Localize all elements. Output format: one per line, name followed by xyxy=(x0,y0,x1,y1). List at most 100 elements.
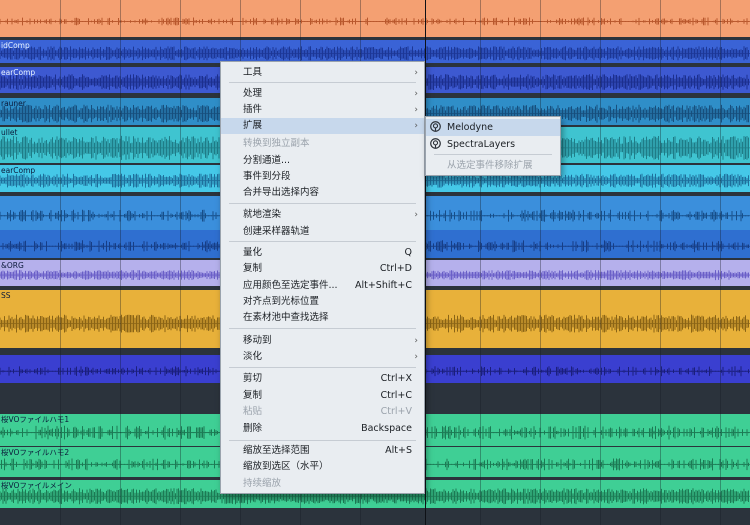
menu-item-label: 粘贴 xyxy=(243,406,263,417)
menu-item-label: 应用颜色至选定事件... xyxy=(243,280,338,291)
menu-item[interactable]: 插件 › xyxy=(221,102,424,118)
menu-item-label: 工具 xyxy=(243,67,263,78)
menu-item[interactable]: 淡化 › xyxy=(221,349,424,365)
menu-item[interactable]: 复制 Ctrl+D xyxy=(221,261,424,277)
menu-item[interactable]: 移动到 › xyxy=(221,333,424,349)
menu-item-label: 复制 xyxy=(243,390,263,401)
menu-item-label: 在素材池中查找选择 xyxy=(243,312,329,323)
submenu-arrow-icon: › xyxy=(414,210,418,220)
menu-item[interactable]: 缩放到选区（水平） xyxy=(221,459,424,475)
bar-gridline xyxy=(120,0,121,525)
menu-item[interactable]: 创建采样器轨道 xyxy=(221,224,424,240)
project-cursor-line[interactable] xyxy=(425,0,426,525)
menu-item[interactable]: 应用颜色至选定事件... Alt+Shift+C xyxy=(221,278,424,294)
audio-track[interactable]: idComp xyxy=(0,40,750,63)
submenu-arrow-icon: › xyxy=(414,68,418,78)
menu-item-label: 持续缩放 xyxy=(243,478,282,489)
menu-item[interactable]: 剪切 Ctrl+X xyxy=(221,371,424,387)
menu-item-shortcut: Ctrl+C xyxy=(380,390,413,401)
track-name: &ORG xyxy=(1,261,24,270)
track-name: 桜VOファイルハモ1 xyxy=(1,415,70,424)
menu-item-shortcut: Alt+S xyxy=(385,445,412,456)
menu-item-label: 缩放至选择范围 xyxy=(243,445,310,456)
menu-item-label: 就地渲染 xyxy=(243,209,282,220)
track-name: ullet xyxy=(1,128,18,137)
menu-item[interactable]: 在素材池中查找选择 xyxy=(221,310,424,326)
submenu-arrow-icon: › xyxy=(414,352,418,362)
submenu-arrow-icon: › xyxy=(414,105,418,115)
menu-item-shortcut: Alt+Shift+C xyxy=(354,280,412,291)
menu-item: 粘贴 Ctrl+V xyxy=(221,404,424,420)
menu-item[interactable]: 量化 Q xyxy=(221,245,424,261)
menu-item[interactable]: 合并导出选择内容 xyxy=(221,185,424,201)
submenu-item[interactable]: Melodyne xyxy=(426,119,560,136)
menu-item-label: 处理 xyxy=(243,88,263,99)
menu-item[interactable]: 扩展 › xyxy=(221,118,424,134)
menu-item-shortcut: Ctrl+D xyxy=(379,263,412,274)
audio-track[interactable] xyxy=(0,0,750,37)
menu-item[interactable]: 复制 Ctrl+C xyxy=(221,388,424,404)
menu-item[interactable]: 对齐点到光标位置 xyxy=(221,294,424,310)
menu-item[interactable]: 删除 Backspace xyxy=(221,421,424,437)
menu-item-label: 量化 xyxy=(243,247,263,258)
bar-gridline xyxy=(720,0,721,525)
track-name: SS xyxy=(1,291,11,300)
menu-item: 持续缩放 xyxy=(221,476,424,492)
menu-item-label: 转换到独立副本 xyxy=(243,138,310,149)
context-menu: 工具 › 处理 › 插件 › 扩展 › 转换到独立副本 分割通道... 事件到分段 合并导出选择内容就… xyxy=(220,61,425,494)
submenu-item-label: SpectraLayers xyxy=(447,139,516,150)
menu-item-shortcut: Backspace xyxy=(361,423,412,434)
menu-item[interactable]: 工具 › xyxy=(221,65,424,81)
track-name: 桜VOファイルメイン xyxy=(1,481,72,490)
menu-item-label: 对齐点到光标位置 xyxy=(243,296,320,307)
spectralayers-icon xyxy=(430,138,441,149)
track-name: earComp xyxy=(1,68,36,77)
bar-gridline xyxy=(540,0,541,525)
menu-item-label: 扩展 xyxy=(243,120,263,131)
submenu-item-label: 从选定事件移除扩展 xyxy=(447,160,533,171)
bar-gridline xyxy=(60,0,61,525)
submenu-item: 从选定事件移除扩展 xyxy=(426,157,560,174)
menu-item-label: 插件 xyxy=(243,104,263,115)
submenu-arrow-icon: › xyxy=(414,89,418,99)
submenu-item[interactable]: SpectraLayers xyxy=(426,136,560,153)
menu-item[interactable]: 就地渲染 › xyxy=(221,207,424,223)
track-name: 桜VOファイルハモ2 xyxy=(1,448,70,457)
melodyne-icon xyxy=(430,121,441,132)
menu-item-label: 创建采样器轨道 xyxy=(243,226,310,237)
menu-item-label: 缩放到选区（水平） xyxy=(243,461,329,472)
menu-item-label: 移动到 xyxy=(243,335,272,346)
menu-item-shortcut: Ctrl+X xyxy=(380,373,412,384)
menu-item-shortcut: Q xyxy=(404,247,412,258)
menu-item-label: 剪切 xyxy=(243,373,263,384)
track-name: idComp xyxy=(1,41,30,50)
menu-item-label: 事件到分段 xyxy=(243,171,291,182)
menu-item-label: 分割通道... xyxy=(243,155,291,166)
menu-item-label: 删除 xyxy=(243,423,263,434)
submenu-item-label: Melodyne xyxy=(447,122,494,133)
track-name: rauner xyxy=(1,99,26,108)
menu-separator xyxy=(229,440,416,441)
track-waveform xyxy=(0,17,750,26)
bar-gridline xyxy=(180,0,181,525)
menu-separator xyxy=(229,328,416,329)
menu-item: 转换到独立副本 xyxy=(221,136,424,152)
track-name: earComp xyxy=(1,166,36,175)
menu-item[interactable]: 缩放至选择范围 Alt+S xyxy=(221,443,424,459)
submenu-arrow-icon: › xyxy=(414,336,418,346)
menu-separator xyxy=(229,203,416,204)
menu-separator xyxy=(229,367,416,368)
menu-item[interactable]: 分割通道... xyxy=(221,153,424,169)
menu-separator xyxy=(229,241,416,242)
bar-gridline xyxy=(600,0,601,525)
track-waveform xyxy=(0,46,750,61)
menu-item-label: 复制 xyxy=(243,263,263,274)
bar-gridline xyxy=(480,0,481,525)
menu-item[interactable]: 处理 › xyxy=(221,86,424,102)
bar-gridline xyxy=(660,0,661,525)
menu-item[interactable]: 事件到分段 xyxy=(221,169,424,185)
menu-item-label: 淡化 xyxy=(243,351,263,362)
menu-item-shortcut: Ctrl+V xyxy=(380,406,412,417)
submenu-arrow-icon: › xyxy=(414,121,418,131)
menu-item-label: 合并导出选择内容 xyxy=(243,187,320,198)
